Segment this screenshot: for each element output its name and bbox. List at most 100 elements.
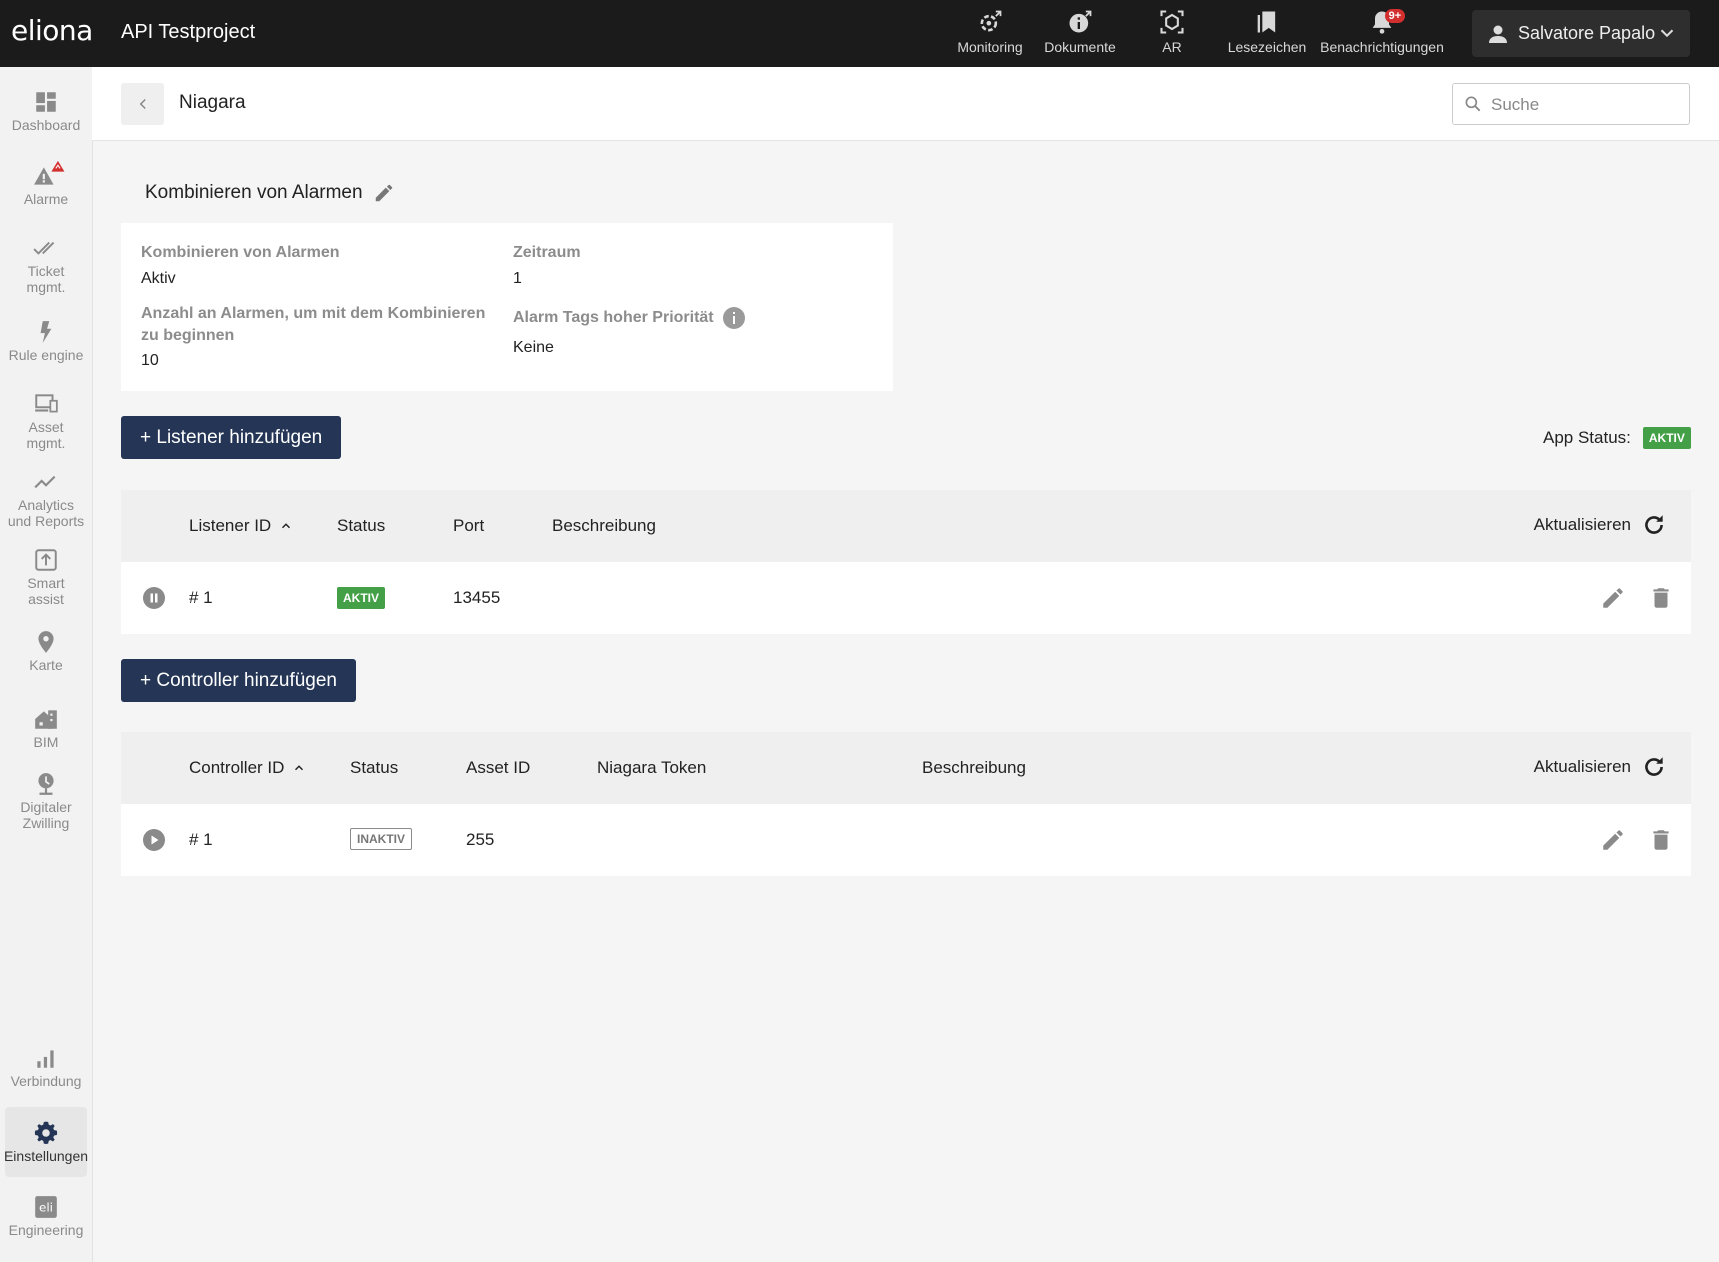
- topnav-lesezeichen[interactable]: Lesezeichen: [1222, 8, 1312, 60]
- search-input[interactable]: [1489, 92, 1683, 118]
- user-menu-button[interactable]: Salvatore Papalo: [1472, 10, 1690, 57]
- back-button[interactable]: [121, 83, 164, 125]
- refresh-label: Aktualisieren: [1533, 515, 1631, 534]
- status-badge: INAKTIV: [350, 828, 412, 850]
- col-listener-id[interactable]: Listener ID: [189, 516, 293, 536]
- listener-refresh-button[interactable]: Aktualisieren: [1534, 512, 1667, 538]
- page-title: Niagara: [179, 92, 246, 113]
- topnav-dokumente[interactable]: Dokumente: [1040, 8, 1120, 60]
- sidebar-label: Karte: [29, 657, 63, 673]
- col-label: Listener ID: [189, 516, 272, 535]
- sidebar-item-ticket-mgmt[interactable]: Ticket mgmt.: [0, 235, 92, 295]
- refresh-label: Aktualisieren: [1533, 757, 1631, 776]
- add-controller-button[interactable]: + Controller hinzufügen: [121, 659, 356, 702]
- sidebar-item-analytics[interactable]: Analytics und Reports: [0, 469, 92, 529]
- sidebar-label: Digitaler Zwilling: [20, 799, 72, 831]
- info-icon: [1069, 10, 1092, 33]
- sidebar-item-asset-mgmt[interactable]: Asset mgmt.: [0, 391, 92, 451]
- combine-value: Aktiv: [141, 270, 176, 287]
- col-port[interactable]: Port: [453, 516, 484, 536]
- controller-asset-id: 255: [466, 830, 495, 849]
- col-asset-id[interactable]: Asset ID: [466, 758, 530, 778]
- sidebar-item-engineering[interactable]: eli Engineering: [0, 1194, 92, 1238]
- app-status-badge: AKTIV: [1642, 427, 1691, 449]
- col-niagara-token[interactable]: Niagara Token: [597, 758, 706, 778]
- topnav-ar[interactable]: AR: [1147, 8, 1197, 60]
- search-box[interactable]: [1452, 83, 1690, 125]
- add-listener-button[interactable]: + Listener hinzufügen: [121, 416, 342, 459]
- user-icon: [1489, 25, 1507, 43]
- edit-icon[interactable]: [1600, 827, 1626, 853]
- chevron-left-icon: [139, 98, 146, 110]
- combine-label: Kombinieren von Alarmen: [141, 244, 340, 261]
- sidebar-item-digitaler-zwilling[interactable]: Digitaler Zwilling: [0, 771, 92, 831]
- sidebar-label: Smart assist: [27, 575, 65, 607]
- trend-line-icon: [34, 475, 56, 489]
- controller-status: INAKTIV: [350, 828, 412, 850]
- monitoring-icon: [980, 10, 1002, 32]
- col-label: Controller ID: [189, 758, 285, 777]
- sidebar-item-karte[interactable]: Karte: [0, 629, 92, 673]
- sidebar-label: Ticket mgmt.: [26, 263, 66, 295]
- eliona-logo[interactable]: eliona: [11, 14, 93, 47]
- signal-bars-icon: [37, 1050, 54, 1068]
- edit-pencil-icon[interactable]: [373, 182, 395, 204]
- alarm-icon: [34, 160, 65, 185]
- sidebar-item-rule-engine[interactable]: Rule engine: [0, 319, 92, 363]
- sidebar-label: Dashboard: [11, 117, 81, 133]
- status-badge: AKTIV: [337, 587, 385, 609]
- sidebar-item-einstellungen[interactable]: Einstellungen: [4, 1107, 88, 1177]
- ar-cube-icon: [1160, 10, 1184, 34]
- delete-icon[interactable]: [1648, 827, 1674, 853]
- page-header: Niagara: [92, 67, 1719, 141]
- sidebar-label: Analytics und Reports: [7, 497, 85, 529]
- tags-value: Keine: [513, 339, 554, 356]
- sidebar-item-verbindung[interactable]: Verbindung: [0, 1045, 92, 1089]
- sidebar-item-smart-assist[interactable]: Smart assist: [0, 547, 92, 607]
- dashboard-icon: [36, 92, 56, 112]
- app-status-label: App Status:: [1543, 428, 1631, 447]
- svg-text:eli: eli: [39, 1200, 53, 1214]
- listener-table-header: Listener ID Status Port Beschreibung Akt…: [121, 490, 1691, 562]
- pause-icon[interactable]: [142, 586, 166, 610]
- sidebar-item-bim[interactable]: BIM: [0, 706, 92, 750]
- sort-asc-icon: [295, 765, 304, 771]
- building-icon: [35, 710, 57, 729]
- section-title-text: Kombinieren von Alarmen: [145, 182, 363, 203]
- delete-icon[interactable]: [1648, 585, 1674, 611]
- topnav-label: AR: [1162, 39, 1182, 55]
- sidebar-item-dashboard[interactable]: Dashboard: [0, 89, 92, 133]
- refresh-icon: [1645, 515, 1663, 534]
- user-name: Salvatore Papalo: [1518, 23, 1656, 43]
- play-icon[interactable]: [142, 828, 166, 852]
- sidebar-item-alarme[interactable]: Alarme: [0, 160, 92, 207]
- sort-asc-icon: [282, 523, 291, 529]
- topnav-label: Benachrichtigungen: [1320, 39, 1444, 55]
- app-status: App Status: AKTIV: [1543, 427, 1691, 449]
- edit-icon[interactable]: [1600, 585, 1626, 611]
- refresh-icon: [1645, 757, 1663, 776]
- project-name: API Testproject: [121, 21, 256, 43]
- controller-refresh-button[interactable]: Aktualisieren: [1534, 754, 1667, 780]
- topnav-benachrichtigungen[interactable]: 9+ Benachrichtigungen: [1316, 8, 1448, 60]
- col-controller-id[interactable]: Controller ID: [189, 758, 306, 778]
- topnav-monitoring[interactable]: Monitoring: [950, 8, 1030, 60]
- table-row: # 1 AKTIV 13455: [121, 562, 1691, 634]
- double-check-icon: [33, 241, 55, 255]
- eli-logo-icon: eli: [35, 1196, 57, 1218]
- listener-status: AKTIV: [337, 587, 385, 609]
- controller-id: # 1: [189, 830, 213, 849]
- sidebar-label: Rule engine: [8, 347, 84, 363]
- lightning-icon: [40, 321, 52, 343]
- info-icon[interactable]: [722, 306, 746, 330]
- smart-assist-icon: [35, 549, 57, 571]
- sidebar-label: Engineering: [8, 1222, 84, 1238]
- sidebar: Dashboard Alarme Ticket mgmt. Rule engin…: [0, 67, 93, 1262]
- chevron-down-icon: [1660, 29, 1674, 38]
- col-status[interactable]: Status: [337, 516, 385, 536]
- section-title: Kombinieren von Alarmen: [145, 182, 395, 204]
- col-status[interactable]: Status: [350, 758, 398, 778]
- listener-port: 13455: [453, 588, 501, 607]
- col-beschreibung[interactable]: Beschreibung: [552, 516, 656, 536]
- col-beschreibung[interactable]: Beschreibung: [922, 758, 1026, 778]
